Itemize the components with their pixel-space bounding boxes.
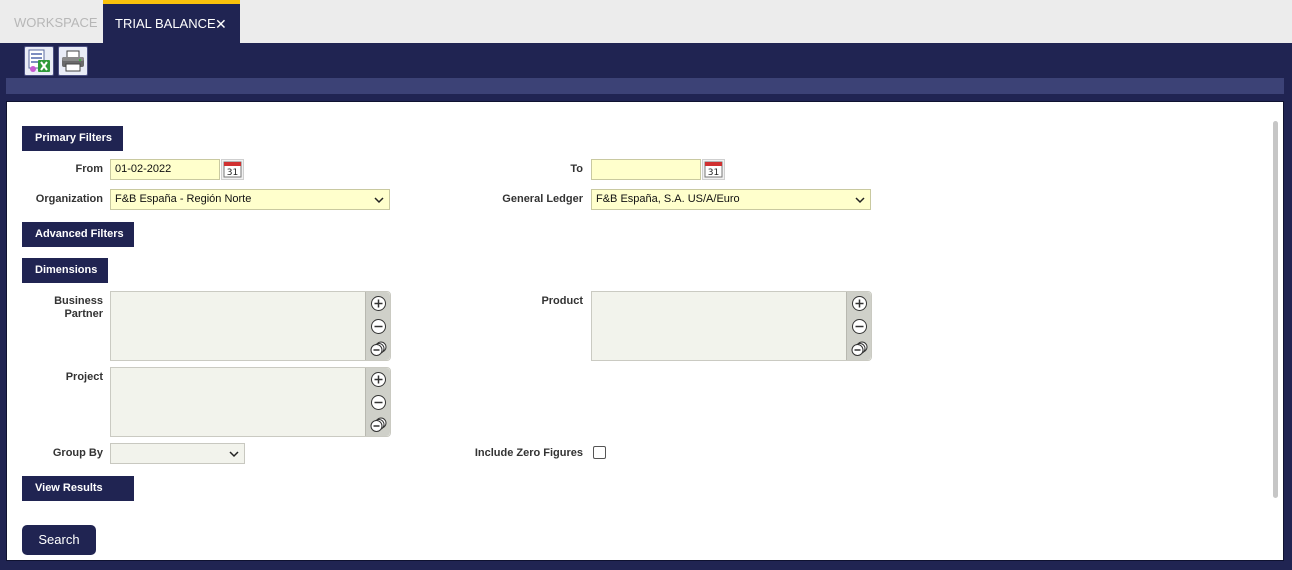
add-icon[interactable] <box>369 294 388 313</box>
dimensions-header[interactable]: Dimensions <box>22 258 108 283</box>
from-calendar-icon[interactable]: 31 <box>221 159 244 180</box>
vertical-scrollbar[interactable] <box>1273 121 1278 498</box>
search-button[interactable]: Search <box>22 525 96 555</box>
to-label: To <box>570 163 583 175</box>
to-calendar-icon[interactable]: 31 <box>702 159 725 180</box>
sub-toolbar <box>6 78 1284 94</box>
remove-all-icon[interactable] <box>369 339 388 358</box>
tab-trial-balance[interactable]: TRIAL BALANCE ✕ <box>103 0 240 43</box>
tab-workspace[interactable]: WORKSPACE <box>0 0 103 43</box>
general-ledger-select[interactable]: F&B España, S.A. US/A/Euro <box>591 189 871 210</box>
printer-icon[interactable] <box>58 46 88 76</box>
excel-export-icon[interactable] <box>24 46 54 76</box>
include-zero-figures-label: Include Zero Figures <box>474 447 583 459</box>
tab-bar: WORKSPACE TRIAL BALANCE ✕ <box>0 0 1292 43</box>
business-partner-label: Business Partner <box>54 295 103 320</box>
add-icon[interactable] <box>850 294 869 313</box>
include-zero-figures-checkbox[interactable] <box>593 446 606 459</box>
multiselect-controls <box>365 292 390 360</box>
organization-select-value: F&B España - Región Norte <box>115 193 252 205</box>
general-ledger-select-value: F&B España, S.A. US/A/Euro <box>596 193 740 205</box>
chevron-down-icon <box>855 190 865 216</box>
svg-text:31: 31 <box>708 168 719 178</box>
tab-trial-balance-label: TRIAL BALANCE <box>115 16 216 31</box>
from-date-input[interactable]: 01-02-2022 <box>110 159 220 180</box>
group-by-select[interactable] <box>110 443 245 464</box>
remove-icon[interactable] <box>369 393 388 412</box>
chevron-down-icon <box>374 190 384 216</box>
remove-icon[interactable] <box>850 317 869 336</box>
general-ledger-label: General Ledger <box>502 193 583 205</box>
product-label: Product <box>541 295 583 307</box>
multiselect-controls <box>365 368 390 436</box>
add-icon[interactable] <box>369 370 388 389</box>
advanced-filters-header[interactable]: Advanced Filters <box>22 222 134 247</box>
organization-select[interactable]: F&B España - Región Norte <box>110 189 390 210</box>
to-date-input[interactable] <box>591 159 701 180</box>
organization-label: Organization <box>35 193 103 205</box>
multiselect-controls <box>846 292 871 360</box>
remove-icon[interactable] <box>369 317 388 336</box>
remove-all-icon[interactable] <box>850 339 869 358</box>
primary-filters-header[interactable]: Primary Filters <box>22 126 123 151</box>
svg-text:31: 31 <box>227 168 238 178</box>
from-label: From <box>75 163 104 175</box>
chevron-down-icon <box>229 444 239 470</box>
close-icon[interactable]: ✕ <box>215 4 227 44</box>
business-partner-multiselect[interactable] <box>110 291 391 361</box>
project-multiselect[interactable] <box>110 367 391 437</box>
project-label: Project <box>65 371 103 383</box>
view-results-header[interactable]: View Results <box>22 476 134 501</box>
product-multiselect[interactable] <box>591 291 872 361</box>
remove-all-icon[interactable] <box>369 415 388 434</box>
group-by-label: Group By <box>52 447 103 459</box>
